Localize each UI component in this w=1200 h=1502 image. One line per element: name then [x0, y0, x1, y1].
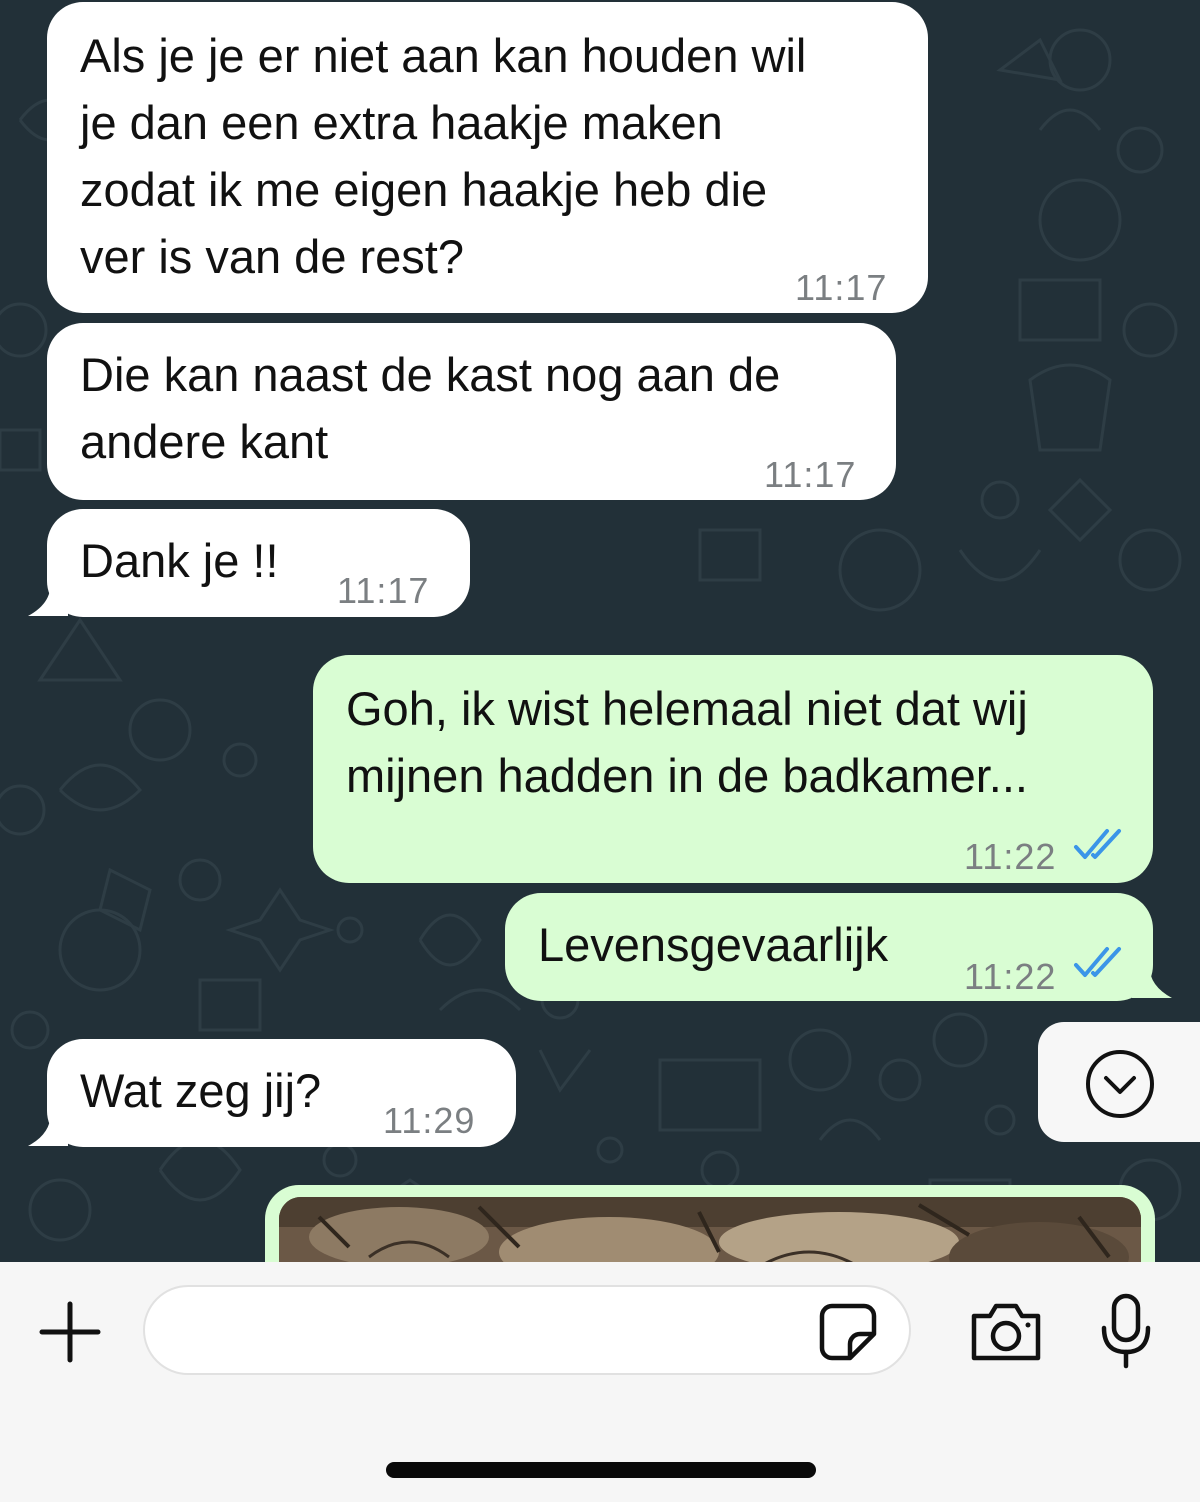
- message-line: mijnen hadden in de badkamer...: [346, 749, 1028, 802]
- message-line: andere kant: [80, 415, 329, 468]
- message-timestamp: 11:17: [795, 267, 888, 308]
- photo-texture: [279, 1197, 1141, 1262]
- message-bubble-incoming[interactable]: Wat zeg jij? 11:29: [47, 1039, 516, 1147]
- message-timestamp: 11:22: [964, 836, 1057, 877]
- read-ticks-icon: [1074, 829, 1121, 859]
- message-timestamp: 11:17: [764, 454, 857, 495]
- plus-icon[interactable]: [38, 1300, 102, 1364]
- message-text: Levensgevaarlijk: [538, 911, 888, 978]
- message-line: zodat ik me eigen haakje heb die: [80, 163, 768, 216]
- chat-area[interactable]: Als je je er niet aan kan houden wil je …: [0, 0, 1200, 1262]
- message-line: Wat zeg jij?: [80, 1064, 322, 1117]
- message-timestamp: 11:17: [337, 570, 430, 611]
- sticker-icon[interactable]: [818, 1302, 878, 1362]
- whatsapp-chat-screen: Als je je er niet aan kan houden wil je …: [0, 0, 1200, 1502]
- message-text: Goh, ik wist helemaal niet dat wij mijne…: [346, 675, 1028, 809]
- message-bubble-incoming[interactable]: Die kan naast de kast nog aan de andere …: [47, 323, 896, 500]
- image-message-bubble[interactable]: [265, 1185, 1155, 1262]
- message-line: Dank je !!: [80, 534, 279, 587]
- message-line: je dan een extra haakje maken: [80, 96, 723, 149]
- message-input[interactable]: [143, 1285, 911, 1375]
- home-indicator[interactable]: [386, 1462, 816, 1478]
- shared-photo[interactable]: [279, 1197, 1141, 1262]
- message-text: Dank je !!: [80, 527, 279, 594]
- message-bubble-incoming[interactable]: Als je je er niet aan kan houden wil je …: [47, 2, 928, 313]
- message-bubble-incoming[interactable]: Dank je !! 11:17: [47, 509, 470, 617]
- message-bubble-outgoing[interactable]: Goh, ik wist helemaal niet dat wij mijne…: [313, 655, 1153, 883]
- message-text: Als je je er niet aan kan houden wil je …: [80, 22, 806, 290]
- message-line: Levensgevaarlijk: [538, 918, 889, 971]
- message-text: Wat zeg jij?: [80, 1057, 321, 1124]
- message-line: Als je je er niet aan kan houden wil: [80, 29, 807, 82]
- message-bubble-outgoing[interactable]: Levensgevaarlijk 11:22: [505, 893, 1153, 1001]
- chevron-down-circle-icon: [1086, 1050, 1154, 1118]
- message-timestamp: 11:22: [964, 956, 1057, 997]
- message-timestamp: 11:29: [383, 1100, 476, 1141]
- scroll-to-bottom-button[interactable]: [1038, 1022, 1200, 1142]
- message-line: Goh, ik wist helemaal niet dat wij: [346, 682, 1028, 735]
- message-line: Die kan naast de kast nog aan de: [80, 348, 781, 401]
- microphone-icon[interactable]: [1098, 1292, 1154, 1372]
- message-line: ver is van de rest?: [80, 230, 465, 283]
- message-text: Die kan naast de kast nog aan de andere …: [80, 341, 780, 475]
- read-ticks-icon: [1074, 947, 1121, 977]
- camera-icon[interactable]: [968, 1300, 1044, 1364]
